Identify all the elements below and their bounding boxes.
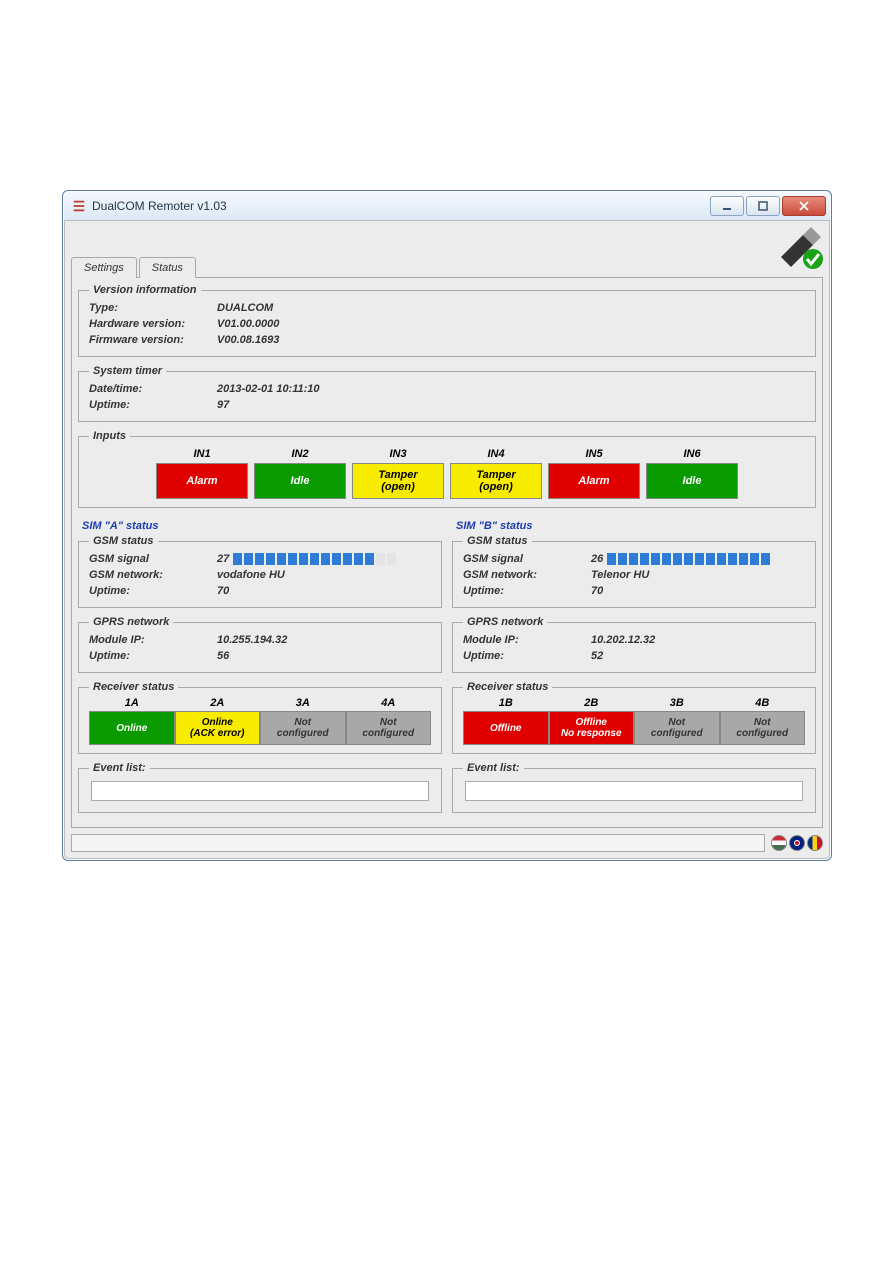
- gprs-uptime-label: Uptime:: [463, 650, 591, 662]
- gprs-network-group: GPRS networkModule IP:10.255.194.32Uptim…: [78, 616, 442, 673]
- flag-hu-icon[interactable]: [771, 835, 787, 851]
- tabs: Settings Status: [71, 257, 823, 278]
- gprs-uptime-value: 56: [217, 650, 229, 662]
- receiver-header: 4A: [346, 697, 432, 709]
- input-header: IN5: [548, 448, 640, 460]
- inputs-legend: Inputs: [89, 430, 130, 442]
- event-list-box[interactable]: [91, 781, 429, 801]
- input-status-box: Alarm: [548, 463, 640, 499]
- gsm-network-value: Telenor HU: [591, 569, 649, 581]
- gsm-signal-value: 26: [591, 553, 603, 565]
- inputs-group: Inputs IN1 Alarm IN2 Idle IN3 Tamper(open) IN4…: [78, 430, 816, 508]
- system-timer-legend: System timer: [89, 365, 166, 377]
- gsm-network-label: GSM network:: [463, 569, 591, 581]
- gsm-uptime-label: Uptime:: [89, 585, 217, 597]
- gsm-uptime-value: 70: [217, 585, 229, 597]
- hw-label: Hardware version:: [89, 318, 217, 330]
- tab-status[interactable]: Status: [139, 257, 196, 278]
- status-panel: Version information Type:DUALCOM Hardwar…: [71, 277, 823, 828]
- receiver-header: 3A: [260, 697, 346, 709]
- input-header: IN4: [450, 448, 542, 460]
- maximize-button[interactable]: [746, 196, 780, 216]
- module-ip-value: 10.255.194.32: [217, 634, 287, 646]
- gsm-network-value: vodafone HU: [217, 569, 285, 581]
- gsm-signal-label: GSM signal: [463, 553, 591, 565]
- usb-status-icon: [773, 227, 823, 271]
- gsm-status-group: GSM statusGSM signal27GSM network:vodafo…: [78, 535, 442, 608]
- sim-b-column: SIM "B" status GSM statusGSM signal26GSM …: [452, 516, 816, 821]
- minimize-button[interactable]: [710, 196, 744, 216]
- signal-bar-icon: [607, 553, 770, 565]
- input-status-box: Idle: [254, 463, 346, 499]
- receiver-header: 2A: [175, 697, 261, 709]
- uptime-label: Uptime:: [89, 399, 217, 411]
- signal-bar-icon: [233, 553, 396, 565]
- fw-label: Firmware version:: [89, 334, 217, 346]
- gsm-uptime-label: Uptime:: [463, 585, 591, 597]
- version-info-legend: Version information: [89, 284, 201, 296]
- receiver-header: 1A: [89, 697, 175, 709]
- input-status-box: Tamper(open): [352, 463, 444, 499]
- system-timer-group: System timer Date/time:2013-02-01 10:11:…: [78, 365, 816, 422]
- receiver-status-box: Notconfigured: [720, 711, 806, 745]
- app-icon: [72, 199, 86, 213]
- input-header: IN6: [646, 448, 738, 460]
- receiver-header: 4B: [720, 697, 806, 709]
- module-ip-label: Module IP:: [463, 634, 591, 646]
- input-status-box: Tamper(open): [450, 463, 542, 499]
- input-status-box: Alarm: [156, 463, 248, 499]
- gsm-signal-value: 27: [217, 553, 229, 565]
- sim-a-column: SIM "A" status GSM statusGSM signal27GSM …: [78, 516, 442, 821]
- close-button[interactable]: [782, 196, 826, 216]
- gsm-signal-label: GSM signal: [89, 553, 217, 565]
- event-list-box[interactable]: [465, 781, 803, 801]
- gsm-uptime-value: 70: [591, 585, 603, 597]
- receiver-status-group: Receiver status1AOnline2AOnline(ACK erro…: [78, 681, 442, 754]
- receiver-status-group: Receiver status1BOffline2BOfflineNo resp…: [452, 681, 816, 754]
- receiver-header: 3B: [634, 697, 720, 709]
- fw-value: V00.08.1693: [217, 334, 279, 346]
- tab-settings[interactable]: Settings: [71, 257, 137, 278]
- input-status-box: Idle: [646, 463, 738, 499]
- titlebar[interactable]: DualCOM Remoter v1.03: [64, 192, 830, 220]
- statusbar: [71, 834, 823, 852]
- status-text-box: [71, 834, 765, 852]
- uptime-value: 97: [217, 399, 229, 411]
- receiver-status-box: OfflineNo response: [549, 711, 635, 745]
- receiver-header: 2B: [549, 697, 635, 709]
- app-window: DualCOM Remoter v1.03 Settings Status Ve…: [62, 190, 832, 861]
- event-list-group: Event list:: [452, 762, 816, 813]
- input-header: IN1: [156, 448, 248, 460]
- flag-ro-icon[interactable]: [807, 835, 823, 851]
- sim-a-title: SIM "A" status: [82, 520, 442, 532]
- datetime-value: 2013-02-01 10:11:10: [217, 383, 320, 395]
- module-ip-value: 10.202.12.32: [591, 634, 655, 646]
- flag-uk-icon[interactable]: [789, 835, 805, 851]
- module-ip-label: Module IP:: [89, 634, 217, 646]
- receiver-header: 1B: [463, 697, 549, 709]
- event-list-group: Event list:: [78, 762, 442, 813]
- gprs-network-group: GPRS networkModule IP:10.202.12.32Uptime…: [452, 616, 816, 673]
- receiver-status-box: Offline: [463, 711, 549, 745]
- gsm-status-group: GSM statusGSM signal26GSM network:Teleno…: [452, 535, 816, 608]
- gprs-uptime-value: 52: [591, 650, 603, 662]
- input-header: IN2: [254, 448, 346, 460]
- receiver-status-box: Notconfigured: [346, 711, 432, 745]
- input-header: IN3: [352, 448, 444, 460]
- gsm-network-label: GSM network:: [89, 569, 217, 581]
- receiver-status-box: Notconfigured: [260, 711, 346, 745]
- window-title: DualCOM Remoter v1.03: [92, 199, 710, 213]
- datetime-label: Date/time:: [89, 383, 217, 395]
- receiver-status-box: Online: [89, 711, 175, 745]
- sim-b-title: SIM "B" status: [456, 520, 816, 532]
- hw-value: V01.00.0000: [217, 318, 279, 330]
- type-value: DUALCOM: [217, 302, 273, 314]
- receiver-status-box: Online(ACK error): [175, 711, 261, 745]
- type-label: Type:: [89, 302, 217, 314]
- version-info-group: Version information Type:DUALCOM Hardwar…: [78, 284, 816, 357]
- gprs-uptime-label: Uptime:: [89, 650, 217, 662]
- receiver-status-box: Notconfigured: [634, 711, 720, 745]
